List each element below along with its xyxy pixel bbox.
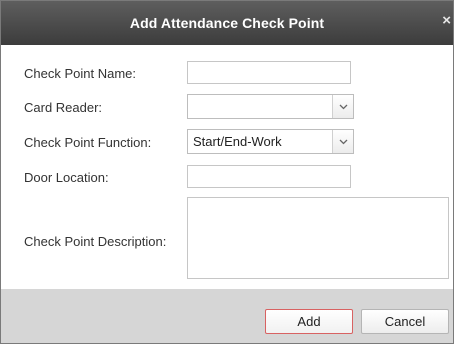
card-reader-label: Card Reader: — [24, 100, 103, 115]
chevron-down-icon[interactable] — [332, 130, 353, 153]
add-button[interactable]: Add — [265, 309, 353, 334]
check-point-description-label: Check Point Description: — [24, 234, 167, 249]
check-point-name-label: Check Point Name: — [24, 66, 136, 81]
check-point-function-selected: Start/End-Work — [193, 134, 282, 149]
door-location-label: Door Location: — [24, 170, 109, 185]
dialog-footer: Add Cancel — [1, 289, 453, 343]
check-point-name-input[interactable] — [187, 61, 351, 84]
cancel-button[interactable]: Cancel — [361, 309, 449, 334]
chevron-down-icon[interactable] — [332, 95, 353, 118]
check-point-description-textarea[interactable] — [187, 197, 449, 279]
dialog-titlebar: Add Attendance Check Point × — [1, 1, 453, 45]
card-reader-select[interactable] — [187, 94, 354, 119]
check-point-function-select[interactable]: Start/End-Work — [187, 129, 354, 154]
door-location-input[interactable] — [187, 165, 351, 188]
close-icon[interactable]: × — [442, 13, 451, 29]
add-attendance-check-point-dialog: Add Attendance Check Point × Check Point… — [0, 0, 454, 344]
check-point-function-label: Check Point Function: — [24, 135, 152, 150]
dialog-title: Add Attendance Check Point — [129, 15, 325, 31]
